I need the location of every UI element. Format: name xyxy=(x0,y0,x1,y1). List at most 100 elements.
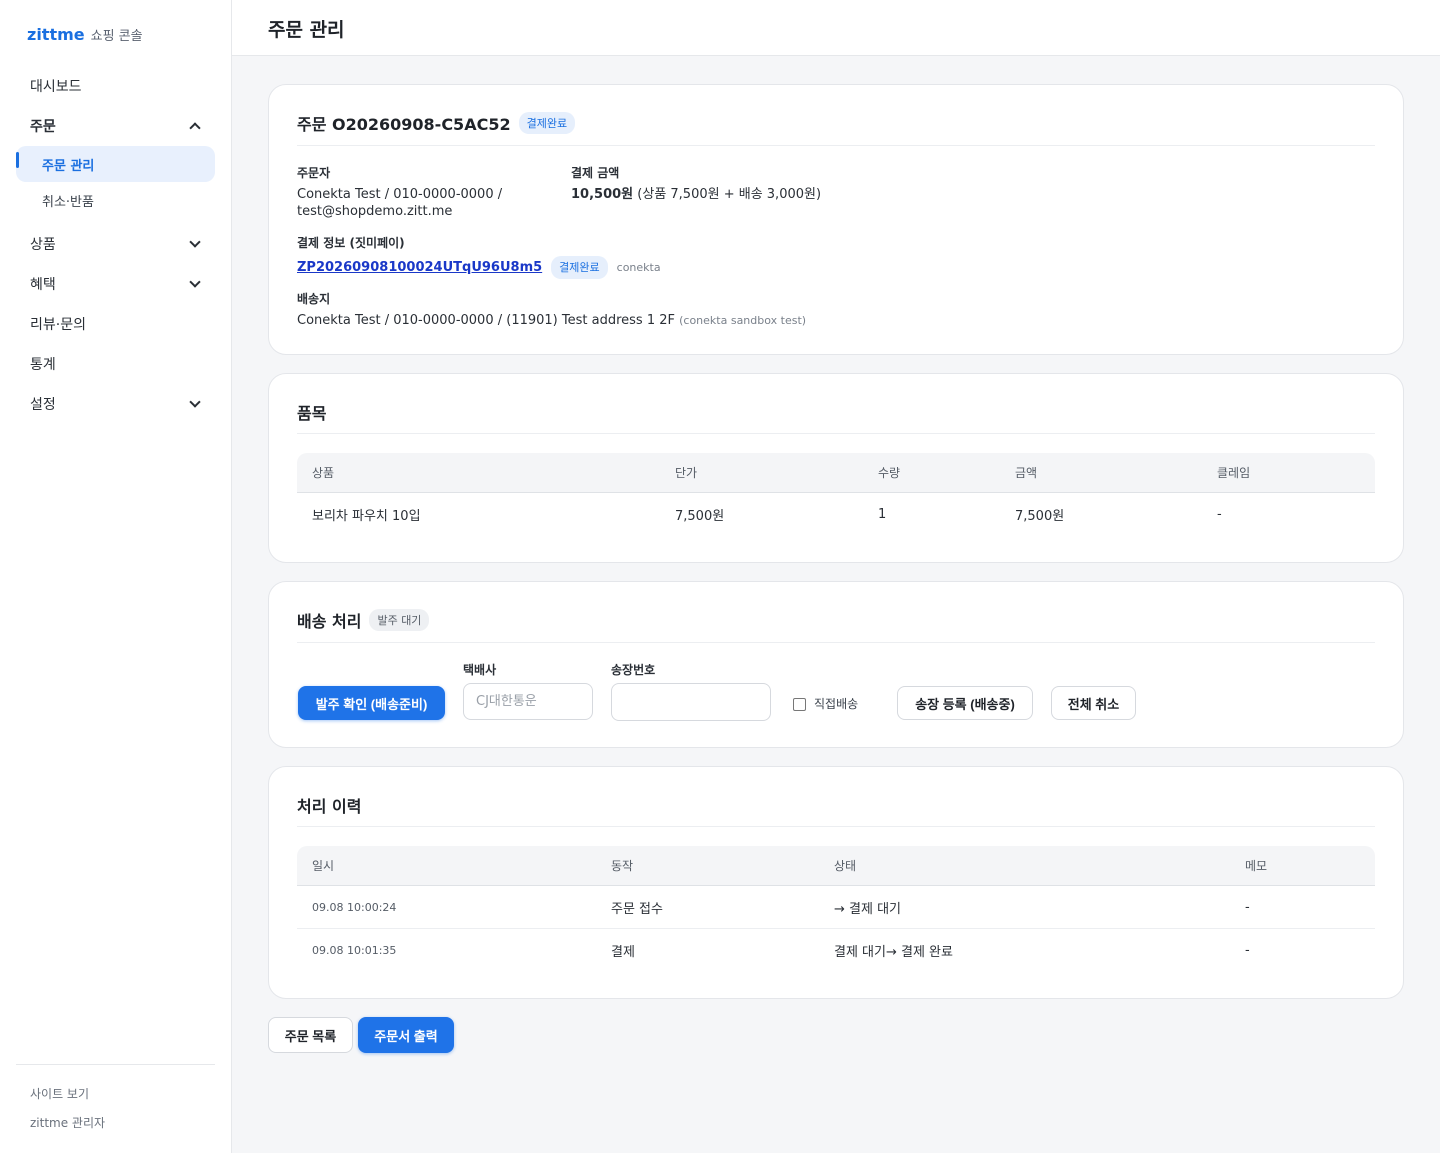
cell-datetime: 09.08 10:00:24 xyxy=(312,900,397,914)
page-title: 주문 관리 xyxy=(268,19,345,41)
sidebar-item-dashboard[interactable]: 대시보드 xyxy=(16,66,215,106)
courier-label: 택배사 xyxy=(463,663,497,677)
amount-label: 결제 금액 xyxy=(571,166,620,180)
sidebar-subitem-label: 주문 관리 xyxy=(42,158,95,174)
cell-memo: - xyxy=(1245,899,1250,915)
table-row: 09.08 10:00:24 주문 접수 → 결제 대기 - xyxy=(297,886,1375,929)
sidebar-nav: 대시보드 주문 주문 관리 취소·반품 상품 혜택 리뷰·문의 통계 설정 xyxy=(16,66,215,424)
sidebar-item-benefits[interactable]: 혜택 xyxy=(16,264,215,304)
brand-subtitle: 쇼핑 콘솔 xyxy=(90,29,143,44)
print-order-button[interactable]: 주문서 출력 xyxy=(358,1017,454,1053)
orderer-line1: Conekta Test / 010-0000-0000 / xyxy=(297,187,503,202)
cell-product: 보리차 파우치 10입 xyxy=(312,509,421,524)
register-tracking-button[interactable]: 송장 등록 (배송중) xyxy=(897,686,1033,720)
shipping-note: (conekta sandbox test) xyxy=(679,314,807,327)
col-header-action: 동작 xyxy=(611,859,634,873)
cell-memo: - xyxy=(1245,943,1250,958)
payment-row: ZP20260908100024UTqU96U8m5 결제완료 conekta xyxy=(297,256,661,279)
shipping-label: 배송지 xyxy=(297,292,331,306)
table-header: 일시 동작 상태 메모 xyxy=(297,846,1375,886)
payment-provider: conekta xyxy=(616,261,661,274)
col-header-claim: 클레임 xyxy=(1217,466,1251,480)
orderer-line2: test@shopdemo.zitt.me xyxy=(297,204,453,219)
orderer-label: 주문자 xyxy=(297,166,331,180)
shipping-status-badge: 발주 대기 xyxy=(369,609,430,631)
sidebar-item-orders[interactable]: 주문 xyxy=(16,106,215,146)
col-header-datetime: 일시 xyxy=(312,859,335,873)
admin-user: zittme 관리자 xyxy=(30,1116,106,1130)
col-header-status: 상태 xyxy=(834,859,857,873)
confirm-order-button[interactable]: 발주 확인 (배송준비) xyxy=(298,686,445,720)
chevron-down-icon xyxy=(189,276,201,288)
cell-unit-price: 7,500원 xyxy=(675,509,725,524)
shipping-address: Conekta Test / 010-0000-0000 / (11901) T… xyxy=(297,313,675,328)
sidebar-item-label: 주문 xyxy=(30,119,56,135)
cell-status: → 결제 대기 xyxy=(834,901,901,917)
table-header: 상품 단가 수량 금액 클레임 xyxy=(297,453,1375,493)
sidebar-item-label: 설정 xyxy=(30,397,56,413)
items-card: 품목 상품 단가 수량 금액 클레임 보리차 파우치 10입 7,500원 1 … xyxy=(268,373,1404,563)
cancel-all-button[interactable]: 전체 취소 xyxy=(1051,686,1136,720)
divider xyxy=(297,642,1375,643)
sidebar-subitem-order-management[interactable]: 주문 관리 xyxy=(16,146,215,182)
col-header-memo: 메모 xyxy=(1245,859,1268,873)
sidebar-item-products[interactable]: 상품 xyxy=(16,224,215,264)
sidebar-subitem-cancel-return[interactable]: 취소·반품 xyxy=(16,182,215,218)
shipping-title: 배송 처리 xyxy=(297,612,362,631)
table-row: 보리차 파우치 10입 7,500원 1 7,500원 - xyxy=(297,493,1375,536)
chevron-down-icon xyxy=(189,396,201,408)
payment-status-badge: 결제완료 xyxy=(551,256,608,279)
items-table: 상품 단가 수량 금액 클레임 보리차 파우치 10입 7,500원 1 7,5… xyxy=(297,453,1375,536)
order-summary-card: 주문 O20260908-C5AC52 결제완료 주문자 Conekta Tes… xyxy=(268,84,1404,355)
amount-value: 10,500원 (상품 7,500원 + 배송 3,000원) xyxy=(571,186,821,203)
brand-name: zittme xyxy=(27,25,85,44)
payment-label: 결제 정보 (짓미페이) xyxy=(297,236,405,250)
order-list-button[interactable]: 주문 목록 xyxy=(268,1017,353,1053)
chevron-up-icon xyxy=(189,122,201,134)
view-site-link[interactable]: 사이트 보기 xyxy=(16,1079,215,1108)
sidebar-item-label: 통계 xyxy=(30,357,56,373)
tracking-number-input[interactable] xyxy=(611,683,771,721)
cell-action: 주문 접수 xyxy=(611,901,663,917)
history-card: 처리 이력 일시 동작 상태 메모 09.08 10:00:24 주문 접수 →… xyxy=(268,766,1404,999)
courier-input[interactable] xyxy=(463,683,593,720)
divider xyxy=(297,826,1375,827)
order-title: 주문 O20260908-C5AC52 xyxy=(297,115,511,134)
shipping-address-row: Conekta Test / 010-0000-0000 / (11901) T… xyxy=(297,312,806,329)
sidebar-item-stats[interactable]: 통계 xyxy=(16,344,215,384)
cell-claim: - xyxy=(1217,507,1222,522)
history-title: 처리 이력 xyxy=(297,797,362,816)
sidebar: zittme 쇼핑 콘솔 대시보드 주문 주문 관리 취소·반품 상품 혜택 리… xyxy=(0,0,232,1153)
cell-quantity: 1 xyxy=(878,507,887,522)
amount-detail: (상품 7,500원 + 배송 3,000원) xyxy=(637,187,822,202)
cell-status: 결제 대기→ 결제 완료 xyxy=(834,945,953,960)
shipping-card: 배송 처리 발주 대기 발주 확인 (배송준비) 택배사 송장번호 직접배송 송… xyxy=(268,581,1404,748)
sidebar-footer: 사이트 보기 zittme 관리자 xyxy=(16,1064,215,1137)
tracking-label: 송장번호 xyxy=(611,663,656,677)
table-row: 09.08 10:01:35 결제 결제 대기→ 결제 완료 - xyxy=(297,929,1375,972)
cell-datetime: 09.08 10:01:35 xyxy=(312,944,397,957)
chevron-down-icon xyxy=(189,236,201,248)
divider xyxy=(297,145,1375,146)
amount-total: 10,500원 xyxy=(571,187,634,202)
sidebar-item-label: 상품 xyxy=(30,237,56,253)
col-header-amount: 금액 xyxy=(1015,466,1038,480)
cell-amount: 7,500원 xyxy=(1015,509,1065,524)
sidebar-item-settings[interactable]: 설정 xyxy=(16,384,215,424)
items-title: 품목 xyxy=(297,404,327,423)
sidebar-item-label: 대시보드 xyxy=(30,79,82,95)
sidebar-item-reviews[interactable]: 리뷰·문의 xyxy=(16,304,215,344)
cell-action: 결제 xyxy=(611,945,635,960)
sidebar-item-label: 리뷰·문의 xyxy=(30,317,86,333)
status-badge: 결제완료 xyxy=(518,112,576,134)
order-title-row: 주문 O20260908-C5AC52 결제완료 xyxy=(297,111,576,135)
divider xyxy=(297,433,1375,434)
top-bar: 주문 관리 xyxy=(232,0,1440,56)
col-header-unit-price: 단가 xyxy=(675,466,698,480)
sidebar-subitem-label: 취소·반품 xyxy=(42,194,94,210)
sidebar-item-label: 혜택 xyxy=(30,277,56,293)
direct-delivery-checkbox[interactable] xyxy=(793,698,806,711)
direct-delivery-label[interactable]: 직접배송 xyxy=(814,696,858,713)
payment-id-link[interactable]: ZP20260908100024UTqU96U8m5 xyxy=(297,259,542,276)
brand-logo[interactable]: zittme 쇼핑 콘솔 xyxy=(27,25,143,44)
